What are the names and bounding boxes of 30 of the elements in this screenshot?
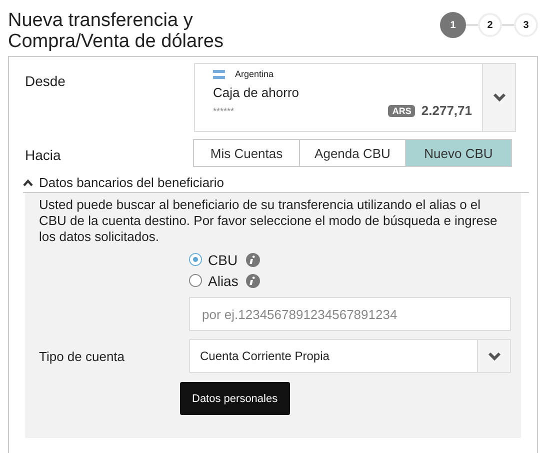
radio-button[interactable] <box>189 253 202 266</box>
option-label: Alias <box>208 272 238 288</box>
field-label: Desde <box>25 72 66 89</box>
account-type: Caja de ahorro <box>213 85 300 100</box>
account-number: ****** <box>213 106 236 116</box>
page-title: Nueva transferencia y Compra/Venta de dólares <box>8 10 224 52</box>
step-indicator: 3 <box>514 13 538 37</box>
account-type-dropdown[interactable]: Cuenta Corriente Propia <box>189 339 511 373</box>
radio-button[interactable] <box>189 274 202 287</box>
destination-tab[interactable]: Agenda CBU <box>299 139 406 167</box>
field-label: Tipo de cuenta <box>39 348 126 364</box>
step-indicator: 1 <box>440 12 466 38</box>
chevron-down-icon <box>492 93 506 102</box>
chevron-icon <box>23 178 33 186</box>
personal-data-button[interactable]: Datos personales <box>180 382 290 415</box>
info-icon <box>246 274 260 288</box>
cbu-input-field[interactable]: por ej.1234567891234567891234 <box>189 297 511 331</box>
step-indicator: 2 <box>478 13 502 37</box>
currency-badge: ARS <box>388 104 416 116</box>
destination-tab[interactable]: Nuevo CBU <box>405 139 512 167</box>
info-icon <box>246 252 260 266</box>
country-name: Argentina <box>235 69 274 79</box>
account-balance: 2.277,71 <box>421 103 472 118</box>
field-label: Hacia <box>25 146 62 163</box>
flag-icon <box>213 70 225 78</box>
destination-tab[interactable]: Mis Cuentas <box>193 139 300 167</box>
account-selector[interactable]: Argentina Caja de ahorro ****** ARS 2.277,71 <box>194 63 516 132</box>
chevron-down-icon <box>488 352 500 360</box>
option-label: CBU <box>208 252 238 268</box>
instructions-text: Usted puede buscar al beneficiario de su transferencia utilizando el alias o el CBU de la cuenta destino. Por favor seleccione el modo de búsqueda e ingrese los datos solicitados. <box>39 197 498 245</box>
